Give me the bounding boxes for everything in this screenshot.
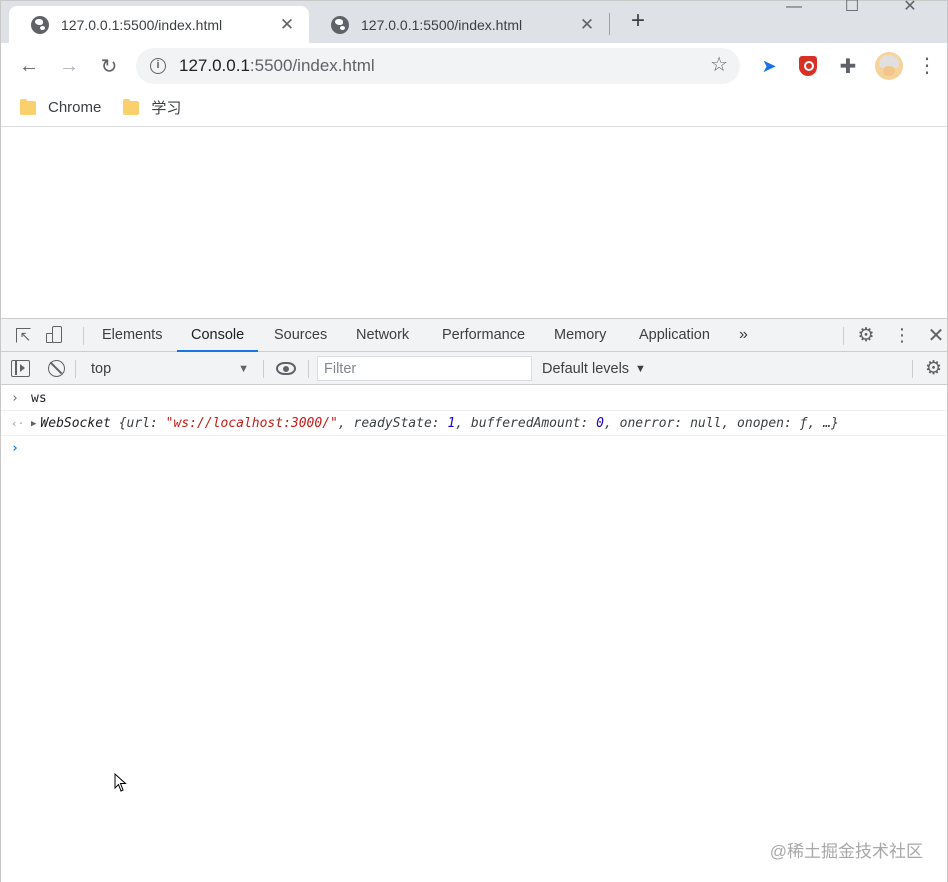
context-selector[interactable]: top ▼ <box>83 357 255 380</box>
devtools-menu-icon[interactable]: ⋮ <box>891 324 913 346</box>
tab-network[interactable]: Network <box>356 319 409 352</box>
tab-console[interactable]: Console <box>177 319 259 352</box>
back-icon[interactable]: ← <box>15 52 43 80</box>
forward-icon[interactable]: → <box>55 52 83 80</box>
settings-gear-icon[interactable]: ⚙ <box>855 324 877 346</box>
close-tab-icon[interactable]: ✕ <box>279 16 295 33</box>
close-tab-icon[interactable]: ✕ <box>579 16 595 33</box>
extensions-puzzle-icon[interactable]: ✚ <box>836 54 860 78</box>
bookmark-chrome[interactable]: Chrome <box>20 94 101 122</box>
divider <box>75 360 76 378</box>
bookmarks-bar: Chrome 学习 <box>1 89 947 127</box>
globe-icon <box>331 15 349 34</box>
reload-icon[interactable]: ↻ <box>95 52 123 80</box>
more-tabs-icon[interactable]: » <box>739 323 748 347</box>
divider <box>912 360 913 378</box>
bookmark-star-icon[interactable]: ☆ <box>710 55 728 75</box>
extension-shield-icon[interactable] <box>796 54 820 78</box>
console-sidebar-icon[interactable] <box>11 360 30 377</box>
devtools-panel: Elements Console Sources Network Perform… <box>1 318 947 882</box>
live-expression-eye-icon[interactable] <box>276 362 296 375</box>
prompt-chevron-icon: › <box>11 441 19 456</box>
device-toolbar-icon[interactable] <box>44 324 66 346</box>
tab-separator <box>609 13 610 35</box>
watermark: @稀土掘金技术社区 <box>769 842 923 861</box>
maximize-icon[interactable]: ☐ <box>823 0 881 17</box>
tab-active[interactable]: 127.0.0.1:5500/index.html ✕ <box>9 6 309 43</box>
console-input-line: › ws <box>1 386 947 411</box>
inspect-element-icon[interactable] <box>12 324 34 346</box>
console-output[interactable]: › ws ‹· ▶ WebSocket {url: "ws://localhost… <box>1 386 947 882</box>
log-levels-selector[interactable]: Default levels ▼ <box>542 357 646 380</box>
dropdown-caret-icon: ▼ <box>238 362 249 375</box>
extension-bird-icon[interactable]: ➤ <box>757 54 781 78</box>
expand-triangle-icon[interactable]: ▶ <box>31 412 36 437</box>
console-prompt[interactable]: › <box>1 436 947 461</box>
tab-strip: 127.0.0.1:5500/index.html ✕ 127.0.0.1:55… <box>1 0 947 43</box>
browser-window: 127.0.0.1:5500/index.html ✕ 127.0.0.1:55… <box>0 0 948 882</box>
clear-console-icon[interactable] <box>48 360 65 377</box>
globe-icon <box>31 15 49 34</box>
profile-avatar[interactable] <box>875 52 903 80</box>
url-text: 127.0.0.1:5500/index.html <box>179 56 375 75</box>
dropdown-caret-icon: ▼ <box>635 362 646 375</box>
address-bar[interactable]: i 127.0.0.1:5500/index.html ☆ <box>136 48 740 84</box>
tab-elements[interactable]: Elements <box>102 319 162 352</box>
console-settings-gear-icon[interactable]: ⚙ <box>925 359 942 378</box>
folder-icon <box>123 98 140 115</box>
chevron-right-icon: › <box>11 391 19 406</box>
filter-input[interactable] <box>317 356 532 381</box>
divider <box>308 360 309 378</box>
new-tab-button[interactable]: + <box>626 9 650 34</box>
devtools-tab-bar: Elements Console Sources Network Perform… <box>1 319 947 352</box>
console-result-line[interactable]: ‹· ▶ WebSocket {url: "ws://localhost:3000… <box>1 411 947 436</box>
folder-icon <box>20 98 36 115</box>
window-controls: — ☐ ✕ <box>765 0 939 17</box>
divider <box>843 327 844 345</box>
tab-performance[interactable]: Performance <box>442 319 525 352</box>
browser-menu-icon[interactable]: ⋮ <box>917 54 937 78</box>
minimize-icon[interactable]: — <box>765 0 823 17</box>
tab-title: 127.0.0.1:5500/index.html <box>61 16 223 33</box>
divider <box>83 327 84 345</box>
tab-memory[interactable]: Memory <box>554 319 606 352</box>
tab-inactive[interactable]: 127.0.0.1:5500/index.html ✕ <box>309 6 609 43</box>
tab-sources[interactable]: Sources <box>274 319 327 352</box>
bookmark-study[interactable]: 学习 <box>123 94 181 122</box>
close-devtools-icon[interactable]: ✕ <box>925 324 947 347</box>
close-window-icon[interactable]: ✕ <box>881 0 939 17</box>
tab-application[interactable]: Application <box>639 319 710 352</box>
page-viewport <box>1 128 947 318</box>
browser-toolbar: ← → ↻ i 127.0.0.1:5500/index.html ☆ ➤ ✚ … <box>1 43 947 89</box>
console-toolbar: top ▼ Default levels ▼ ⚙ <box>1 352 947 385</box>
divider <box>263 360 264 378</box>
result-arrow-icon: ‹· <box>11 417 25 430</box>
info-icon[interactable]: i <box>150 58 166 74</box>
tab-title: 127.0.0.1:5500/index.html <box>361 16 523 33</box>
mouse-cursor-icon <box>114 773 127 792</box>
